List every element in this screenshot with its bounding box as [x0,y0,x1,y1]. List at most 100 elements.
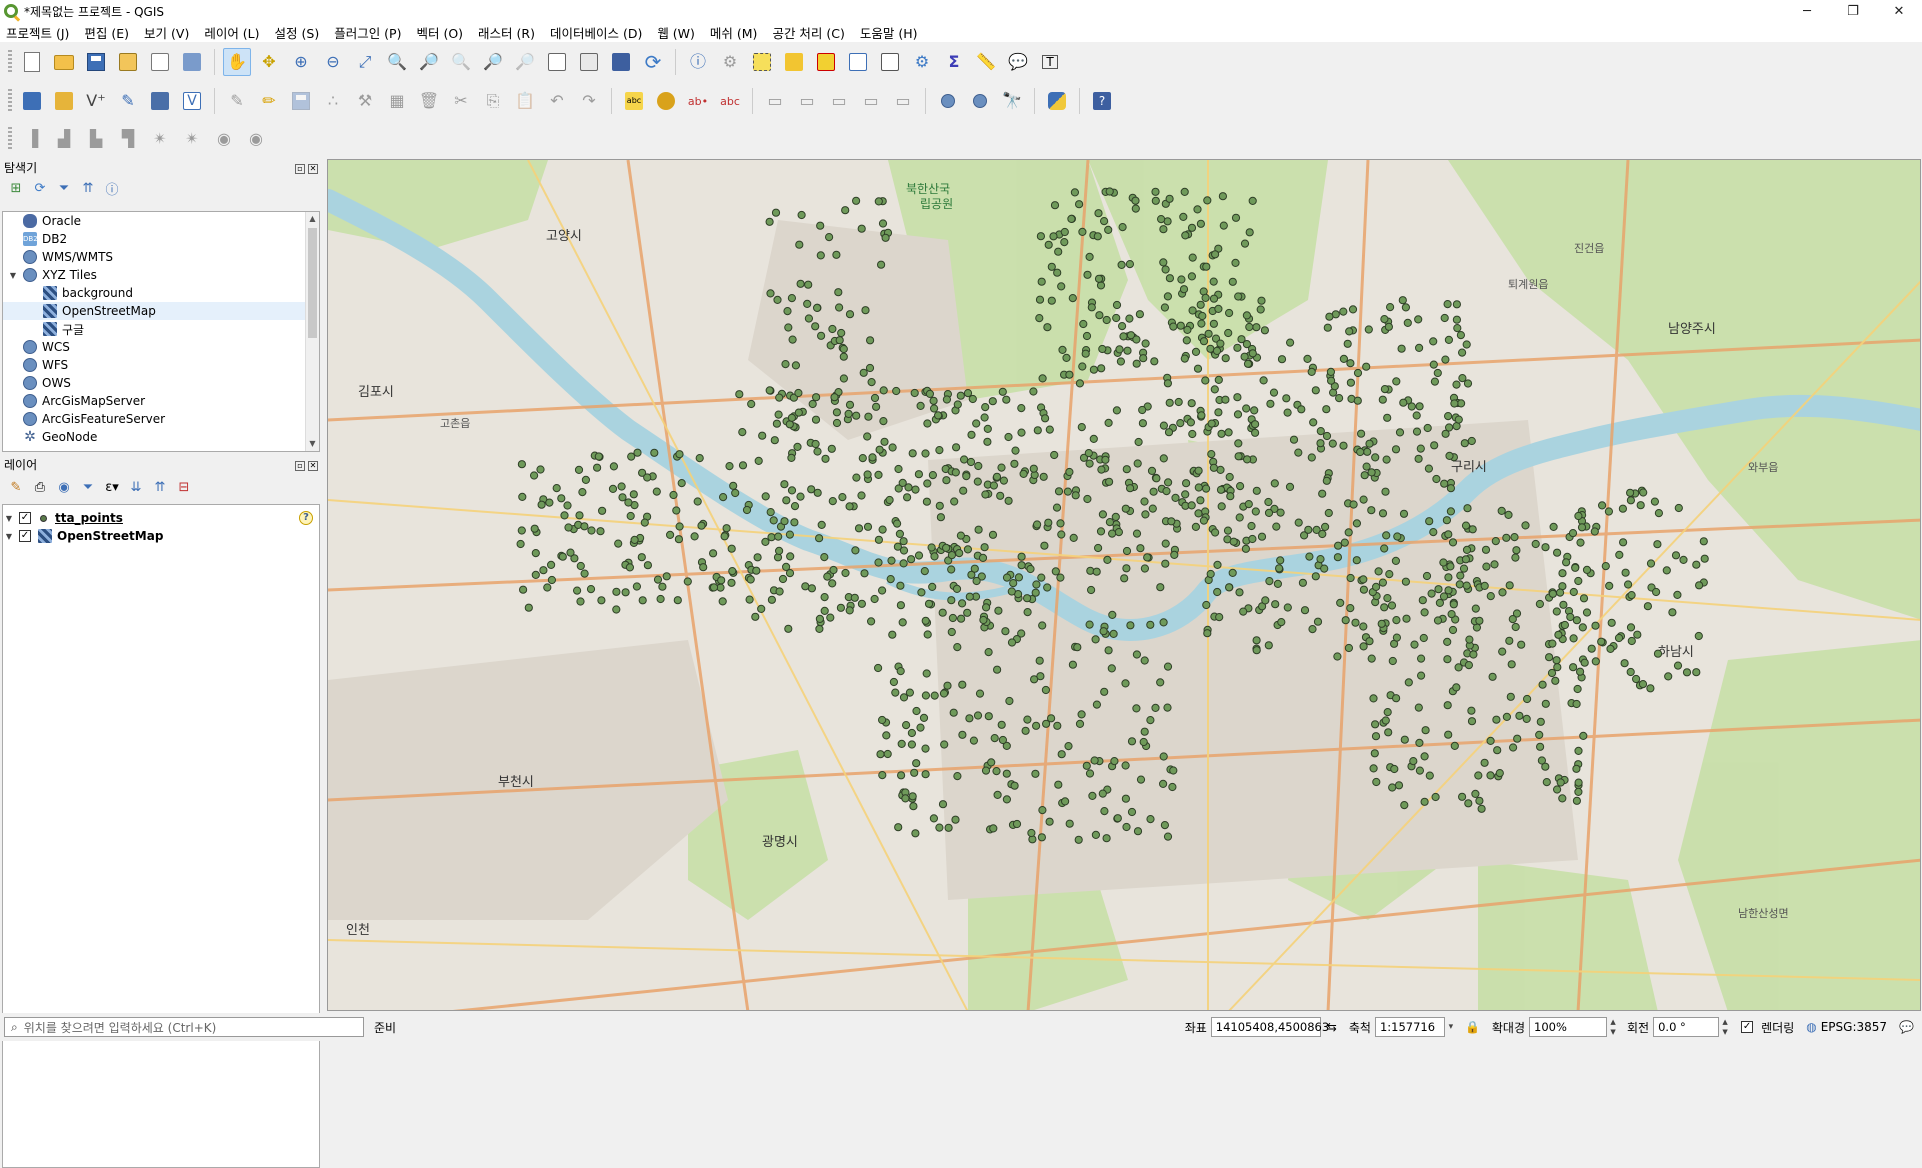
tta-point-marker[interactable] [998,735,1008,745]
tta-point-marker[interactable] [1490,560,1499,569]
tta-point-marker[interactable] [1259,376,1268,385]
tta-point-marker[interactable] [1070,188,1080,197]
tta-point-marker[interactable] [813,447,822,456]
tta-point-marker[interactable] [1382,531,1391,540]
tta-point-marker[interactable] [516,539,525,549]
manage-map-themes-button[interactable]: ◉ [54,477,74,497]
tta-point-marker[interactable] [980,543,989,552]
menu-edit[interactable]: 편집 (E) [84,23,129,42]
tta-point-marker[interactable] [1383,413,1392,422]
tta-point-marker[interactable] [1023,608,1032,617]
tta-point-marker[interactable] [709,583,719,592]
tta-point-marker[interactable] [1390,764,1399,774]
tta-point-marker[interactable] [852,196,861,205]
tta-point-marker[interactable] [911,829,920,838]
tta-point-marker[interactable] [1014,573,1024,582]
tta-point-marker[interactable] [889,677,899,687]
tta-point-marker[interactable] [832,418,842,428]
fill-ring-button[interactable]: ◉ [210,125,238,153]
tta-point-marker[interactable] [851,546,860,555]
tta-point-marker[interactable] [1619,538,1628,547]
tta-point-marker[interactable] [834,288,843,297]
tta-point-marker[interactable] [1430,441,1439,450]
tta-point-marker[interactable] [1097,364,1106,373]
tta-point-marker[interactable] [560,511,569,520]
tta-point-marker[interactable] [519,585,528,594]
tta-point-marker[interactable] [587,526,596,535]
tta-point-marker[interactable] [868,453,877,462]
tta-point-marker[interactable] [773,295,782,304]
tta-point-marker[interactable] [1510,533,1519,542]
tta-point-marker[interactable] [633,448,642,457]
tta-point-marker[interactable] [690,532,699,541]
tta-point-marker[interactable] [1401,303,1411,312]
layer-row-tta-points[interactable]: ▼ ✓ tta_points ? [3,509,319,527]
tta-point-marker[interactable] [1444,573,1453,582]
tta-point-marker[interactable] [1442,516,1452,525]
tta-point-marker[interactable] [1209,319,1219,328]
tta-point-marker[interactable] [1168,782,1177,792]
tta-point-marker[interactable] [1134,437,1143,447]
tta-point-marker[interactable] [860,569,869,578]
tta-point-marker[interactable] [767,533,776,542]
tta-point-marker[interactable] [1421,726,1430,735]
tta-point-marker[interactable] [1049,232,1058,241]
tta-point-marker[interactable] [794,388,803,398]
tta-point-marker[interactable] [1414,454,1423,463]
tta-point-marker[interactable] [1248,534,1257,544]
tta-point-marker[interactable] [923,479,932,488]
map-tips-button[interactable]: 💬 [1004,48,1032,76]
tta-point-marker[interactable] [626,511,635,521]
zoom-last-button[interactable]: 🔎 [479,48,507,76]
tta-point-marker[interactable] [1075,719,1085,729]
tta-point-marker[interactable] [1549,522,1558,531]
tta-point-marker[interactable] [844,409,853,418]
tta-point-marker[interactable] [1094,274,1104,283]
vertex-tool-button[interactable]: ⚒ [351,87,379,115]
tta-point-marker[interactable] [1626,488,1635,497]
tta-point-marker[interactable] [1029,387,1038,396]
tta-point-marker[interactable] [1417,654,1426,663]
tta-point-marker[interactable] [1316,439,1325,448]
tta-point-marker[interactable] [1002,395,1011,404]
tta-point-marker[interactable] [1164,478,1173,487]
tta-point-marker[interactable] [852,411,861,420]
tta-point-marker[interactable] [967,430,976,439]
tta-point-marker[interactable] [1033,520,1042,529]
tta-point-marker[interactable] [772,419,781,428]
menu-settings[interactable]: 설정 (S) [275,23,320,42]
tta-point-marker[interactable] [1163,292,1173,301]
tta-point-marker[interactable] [864,412,873,421]
tta-point-marker[interactable] [1256,305,1265,314]
tta-point-marker[interactable] [975,689,985,698]
tta-point-marker[interactable] [1498,647,1507,656]
tta-point-marker[interactable] [981,490,990,499]
tta-point-marker[interactable] [1333,652,1342,661]
tta-point-marker[interactable] [830,393,839,402]
tta-point-marker[interactable] [930,404,939,413]
tta-point-marker[interactable] [1692,560,1701,569]
tta-point-marker[interactable] [1196,219,1206,228]
tta-point-marker[interactable] [1571,563,1580,572]
tta-point-marker[interactable] [989,481,999,490]
tta-point-marker[interactable] [1545,653,1554,662]
tta-point-marker[interactable] [1346,359,1355,368]
new-map-view-button[interactable] [543,48,571,76]
tta-point-marker[interactable] [1064,742,1073,751]
tta-point-marker[interactable] [874,558,883,567]
tta-point-marker[interactable] [630,535,639,544]
tta-point-marker[interactable] [1089,365,1099,374]
tta-point-marker[interactable] [1480,758,1489,767]
tta-point-marker[interactable] [1325,312,1334,321]
tta-point-marker[interactable] [1216,485,1226,494]
tta-point-marker[interactable] [1352,556,1361,565]
tta-point-marker[interactable] [1362,462,1371,471]
tta-point-marker[interactable] [784,323,793,332]
tta-point-marker[interactable] [1052,503,1062,512]
tta-point-marker[interactable] [1225,583,1234,592]
tta-point-marker[interactable] [1400,735,1409,744]
tta-point-marker[interactable] [1286,338,1295,347]
tta-point-marker[interactable] [863,470,872,479]
browser-item[interactable]: ✲ GeoNode [3,428,319,446]
tta-point-marker[interactable] [517,526,526,535]
